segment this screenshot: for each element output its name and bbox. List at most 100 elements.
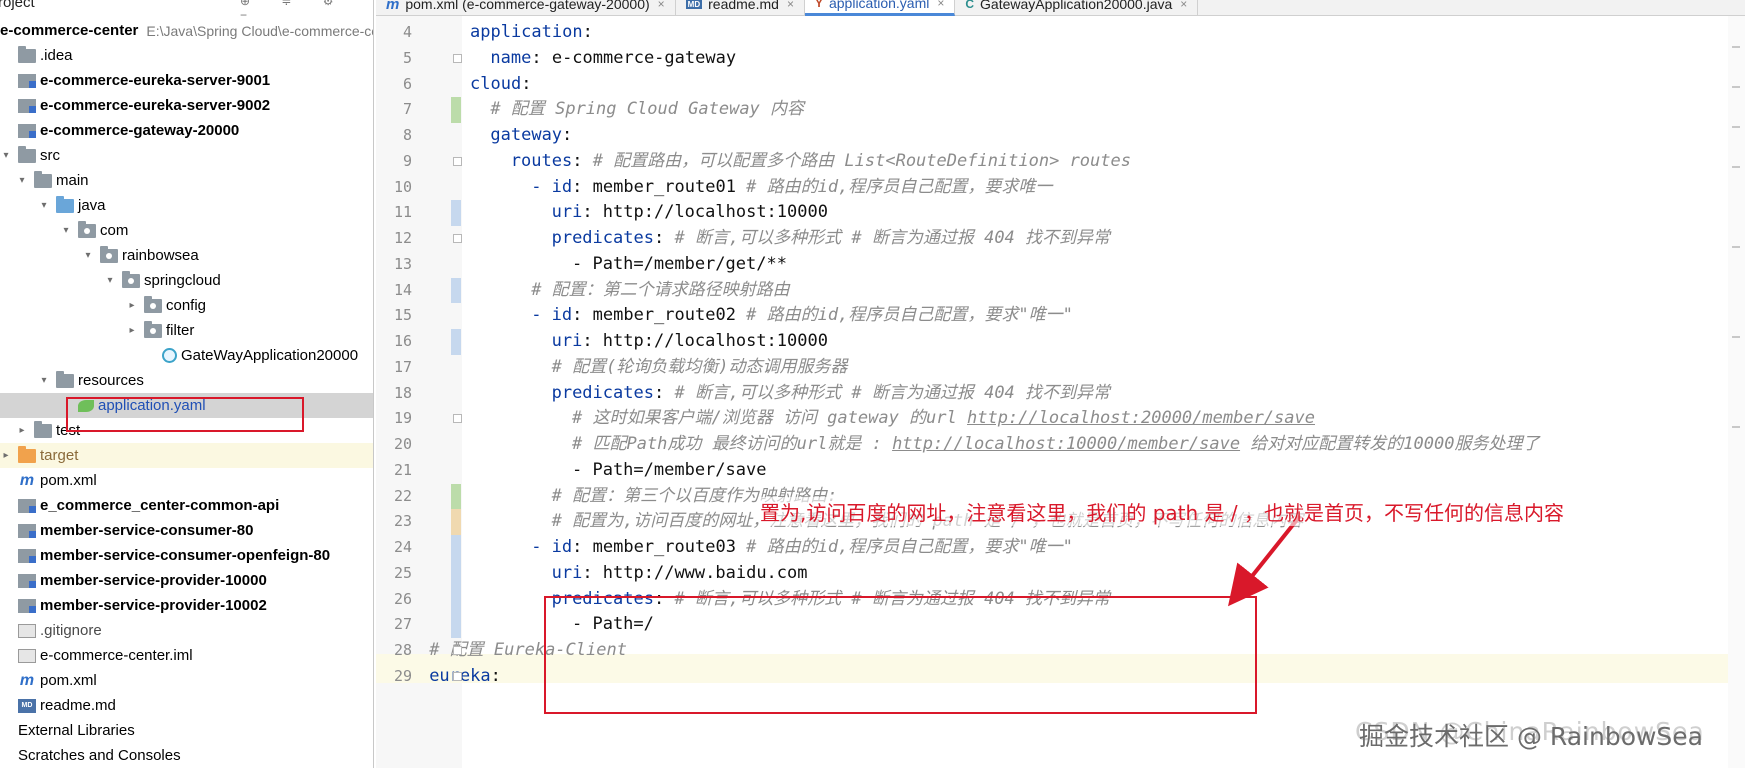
scroll-marker[interactable] [1732, 336, 1740, 338]
close-icon[interactable]: × [1180, 0, 1187, 11]
code-line[interactable]: - Path=/member/get/** [572, 252, 787, 278]
code-line[interactable]: eureka: [429, 664, 501, 690]
fold-icon[interactable] [453, 646, 462, 655]
chevron-right-icon[interactable]: ▸ [126, 300, 138, 311]
yaml-comment: # 路由的id,程序员自己配置，要求"唯一" [746, 537, 1073, 557]
tree-item[interactable]: member-service-provider-10000 [0, 568, 373, 593]
project-header-label[interactable]: Project [0, 0, 35, 11]
fold-icon[interactable] [453, 234, 462, 243]
close-icon[interactable]: × [937, 0, 944, 10]
tree-item[interactable]: ▾ main [0, 168, 373, 193]
tree-row-root[interactable]: e-commerce-center E:\Java\Spring Cloud\e… [0, 18, 373, 43]
tree-item[interactable]: .idea [0, 43, 373, 68]
fold-icon[interactable] [453, 53, 462, 63]
code-line[interactable]: # 配置(轮询负载均衡)动态调用服务器 [552, 355, 848, 381]
tree-item[interactable]: ▾ com [0, 218, 373, 243]
scroll-marker[interactable] [1732, 246, 1740, 248]
fold-icon[interactable] [453, 671, 462, 681]
chevron-down-icon[interactable]: ▾ [104, 275, 116, 286]
tab-0[interactable]: m pom.xml (e-commerce-gateway-20000) × [376, 0, 676, 16]
tree-item[interactable]: ▸ filter [0, 318, 373, 343]
tree-item[interactable]: ▸ target [0, 443, 373, 468]
tree-item[interactable]: Scratches and Consoles [0, 743, 373, 768]
tree-item[interactable]: ▸ test [0, 418, 373, 443]
code-line[interactable]: - id: member_route01 # 路由的id,程序员自己配置，要求唯… [531, 175, 1052, 201]
tree-item[interactable]: ▾ springcloud [0, 268, 373, 293]
code-line[interactable]: name: e-commerce-gateway [490, 46, 736, 72]
code-line[interactable]: cloud: [470, 72, 531, 98]
change-marker[interactable] [451, 586, 461, 613]
tree-item[interactable]: m pom.xml [0, 468, 373, 493]
change-marker[interactable] [451, 200, 461, 226]
tree-item[interactable]: ▾ resources [0, 368, 373, 393]
tree-item[interactable]: ▾ rainbowsea [0, 243, 373, 268]
chevron-down-icon[interactable]: ▾ [82, 250, 94, 261]
tree-item[interactable]: member-service-provider-10002 [0, 593, 373, 618]
tree-item[interactable]: ▾ java [0, 193, 373, 218]
tree-item[interactable]: application.yaml [0, 393, 373, 418]
chevron-down-icon[interactable]: ▾ [16, 175, 28, 186]
code-line[interactable]: predicates: # 断言,可以多种形式 # 断言为通过报 404 找不到… [552, 587, 1110, 613]
tree-item[interactable]: External Libraries [0, 718, 373, 743]
code-line[interactable]: routes: # 配置路由，可以配置多个路由 List<RouteDefini… [511, 149, 1131, 175]
tab-1[interactable]: MD readme.md × [676, 0, 805, 16]
tree-item[interactable]: e_commerce_center-common-api [0, 493, 373, 518]
change-marker[interactable] [451, 612, 461, 638]
code-line[interactable]: uri: http://localhost:10000 [552, 329, 828, 355]
tree-item[interactable]: member-service-consumer-80 [0, 518, 373, 543]
fold-icon[interactable] [453, 414, 462, 424]
tree-item[interactable]: e-commerce-gateway-20000 [0, 118, 373, 143]
change-marker[interactable] [451, 329, 461, 355]
chevron-right-icon[interactable]: ▸ [16, 425, 28, 436]
code-line[interactable]: application: [470, 20, 593, 46]
code-line[interactable]: uri: http://localhost:10000 [552, 200, 828, 226]
code-line[interactable]: # 配置 Spring Cloud Gateway 内容 [490, 97, 804, 123]
chevron-down-icon[interactable]: ▾ [38, 200, 50, 211]
code-line[interactable]: # 匹配Path成功 最终访问的url就是 : http://localhost… [572, 432, 1539, 458]
change-marker[interactable] [451, 277, 461, 304]
tree-item[interactable]: e-commerce-eureka-server-9002 [0, 93, 373, 118]
code-line[interactable]: predicates: # 断言,可以多种形式 # 断言为通过报 404 找不到… [552, 226, 1110, 252]
tree-item[interactable]: m pom.xml [0, 668, 373, 693]
chevron-down-icon[interactable]: ▾ [0, 150, 12, 161]
module-icon [18, 123, 36, 138]
code-line[interactable]: # 这时如果客户端/浏览器 访问 gateway 的url http://loc… [572, 406, 1315, 432]
tree-item[interactable]: MD readme.md [0, 693, 373, 718]
code-line[interactable]: - Path=/member/save [572, 458, 766, 484]
chevron-right-icon[interactable]: ▸ [126, 325, 138, 336]
editor-scrollbar[interactable] [1728, 16, 1745, 768]
tree-item[interactable]: e-commerce-eureka-server-9001 [0, 68, 373, 93]
scroll-marker[interactable] [1732, 46, 1740, 48]
scroll-marker[interactable] [1732, 426, 1740, 428]
code-line[interactable]: gateway: [490, 123, 572, 149]
tree-item[interactable]: ▾ src [0, 143, 373, 168]
code-line[interactable]: predicates: # 断言,可以多种形式 # 断言为通过报 404 找不到… [552, 381, 1110, 407]
tree-item[interactable]: GateWayApplication20000 [0, 343, 373, 368]
scroll-marker[interactable] [1732, 126, 1740, 128]
chevron-right-icon[interactable]: ▸ [0, 450, 12, 461]
chevron-down-icon[interactable]: ▾ [60, 225, 72, 236]
tree-item[interactable]: .gitignore [0, 618, 373, 643]
close-icon[interactable]: × [787, 0, 794, 11]
tree-item[interactable]: ▸ config [0, 293, 373, 318]
code-line[interactable]: - Path=/ [572, 612, 654, 638]
change-marker[interactable] [451, 509, 461, 535]
change-marker[interactable] [451, 483, 461, 510]
code-line[interactable]: - id: member_route02 # 路由的id,程序员自己配置，要求"… [531, 303, 1073, 329]
fold-icon[interactable] [453, 156, 462, 166]
code-line[interactable]: uri: http://www.baidu.com [552, 561, 808, 587]
close-icon[interactable]: × [658, 0, 665, 11]
chevron-down-icon[interactable]: ▾ [38, 375, 50, 386]
change-marker[interactable] [451, 97, 461, 123]
change-marker[interactable] [451, 535, 461, 561]
code-line[interactable]: - id: member_route03 # 路由的id,程序员自己配置，要求"… [531, 535, 1073, 561]
yaml-key: application [470, 22, 583, 42]
tab-2[interactable]: Yapplication.yaml × [804, 0, 956, 16]
tree-item[interactable]: e-commerce-center.iml [0, 643, 373, 668]
scroll-marker[interactable] [1732, 86, 1740, 88]
scroll-marker[interactable] [1732, 166, 1740, 168]
code-line[interactable]: # 配置：第二个请求路径映射路由 [531, 278, 789, 304]
tree-item[interactable]: member-service-consumer-openfeign-80 [0, 543, 373, 568]
tab-3[interactable]: C GatewayApplication20000.java × [955, 0, 1199, 16]
change-marker[interactable] [451, 560, 461, 587]
